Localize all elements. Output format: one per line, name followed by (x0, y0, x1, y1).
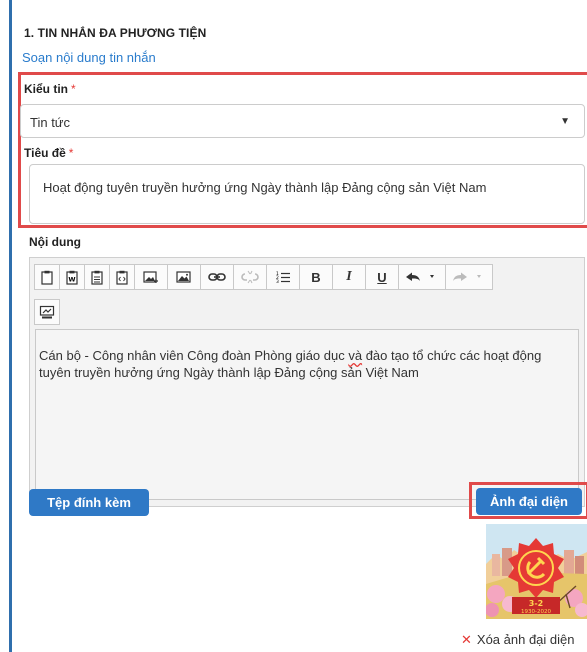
content-label: Nội dung (29, 235, 81, 249)
avatar-thumbnail: 3-2 1930-2020 (486, 524, 587, 619)
title-label-text: Tiêu đề (24, 146, 66, 160)
chevron-down-icon: ▼ (560, 116, 570, 127)
unlink-icon[interactable] (233, 264, 267, 290)
underline-button[interactable]: U (365, 264, 399, 290)
paste-icon[interactable] (34, 264, 60, 290)
type-select[interactable]: Tin tức ▼ (20, 104, 585, 138)
paste-text-icon[interactable] (84, 264, 110, 290)
editor-toolbar-row-2 (34, 299, 60, 325)
rich-text-editor: W 123 B I U Cán bộ - Công nhân viên Công… (29, 257, 585, 507)
editor-content-area[interactable]: Cán bộ - Công nhân viên Công đoàn Phòng … (35, 329, 579, 500)
title-field-value: Hoạt động tuyên truyền hưởng ứng Ngày th… (43, 180, 487, 195)
svg-text:3: 3 (276, 279, 279, 284)
paste-word-icon[interactable]: W (59, 264, 85, 290)
required-mark: * (71, 82, 76, 96)
thumbnail-badge: 3-2 (529, 599, 543, 608)
redo-button[interactable] (445, 264, 493, 290)
avatar-image-button[interactable]: Ảnh đại diện (476, 488, 582, 515)
undo-button[interactable] (398, 264, 446, 290)
type-label: Kiểu tin * (24, 82, 76, 96)
remove-avatar-link[interactable]: ✕ Xóa ảnh đại diện (461, 632, 575, 648)
numbered-list-icon[interactable]: 123 (266, 264, 300, 290)
source-code-icon[interactable] (109, 264, 135, 290)
thumbnail-years: 1930-2020 (521, 609, 551, 615)
attach-file-button[interactable]: Tệp đính kèm (29, 489, 149, 516)
editor-misspelled-word: và (348, 348, 363, 363)
bold-button[interactable]: B (299, 264, 333, 290)
preview-icon[interactable] (34, 299, 60, 325)
close-icon: ✕ (461, 632, 472, 647)
title-field[interactable]: Hoạt động tuyên truyền hưởng ứng Ngày th… (29, 164, 585, 224)
editor-content: Cán bộ - Công nhân viên Công đoàn Phòng … (39, 347, 575, 381)
compose-link[interactable]: Soạn nội dung tin nhắn (22, 50, 156, 65)
type-select-value: Tin tức (30, 115, 71, 130)
type-label-text: Kiểu tin (24, 82, 68, 96)
insert-image-icon[interactable] (134, 264, 168, 290)
title-label: Tiêu đề * (24, 146, 73, 160)
editor-text-part: Cán bộ - Công nhân viên Công đoàn Phòng … (39, 348, 349, 363)
editor-toolbar: W 123 B I U (34, 264, 574, 290)
svg-text:W: W (68, 275, 75, 283)
left-border (9, 0, 12, 652)
image-icon[interactable] (167, 264, 201, 290)
remove-avatar-label: Xóa ảnh đại diện (476, 632, 575, 647)
section-title: 1. TIN NHẮN ĐA PHƯƠNG TIỆN (24, 26, 207, 40)
italic-button[interactable]: I (332, 264, 366, 290)
link-icon[interactable] (200, 264, 234, 290)
required-mark: * (68, 146, 74, 160)
